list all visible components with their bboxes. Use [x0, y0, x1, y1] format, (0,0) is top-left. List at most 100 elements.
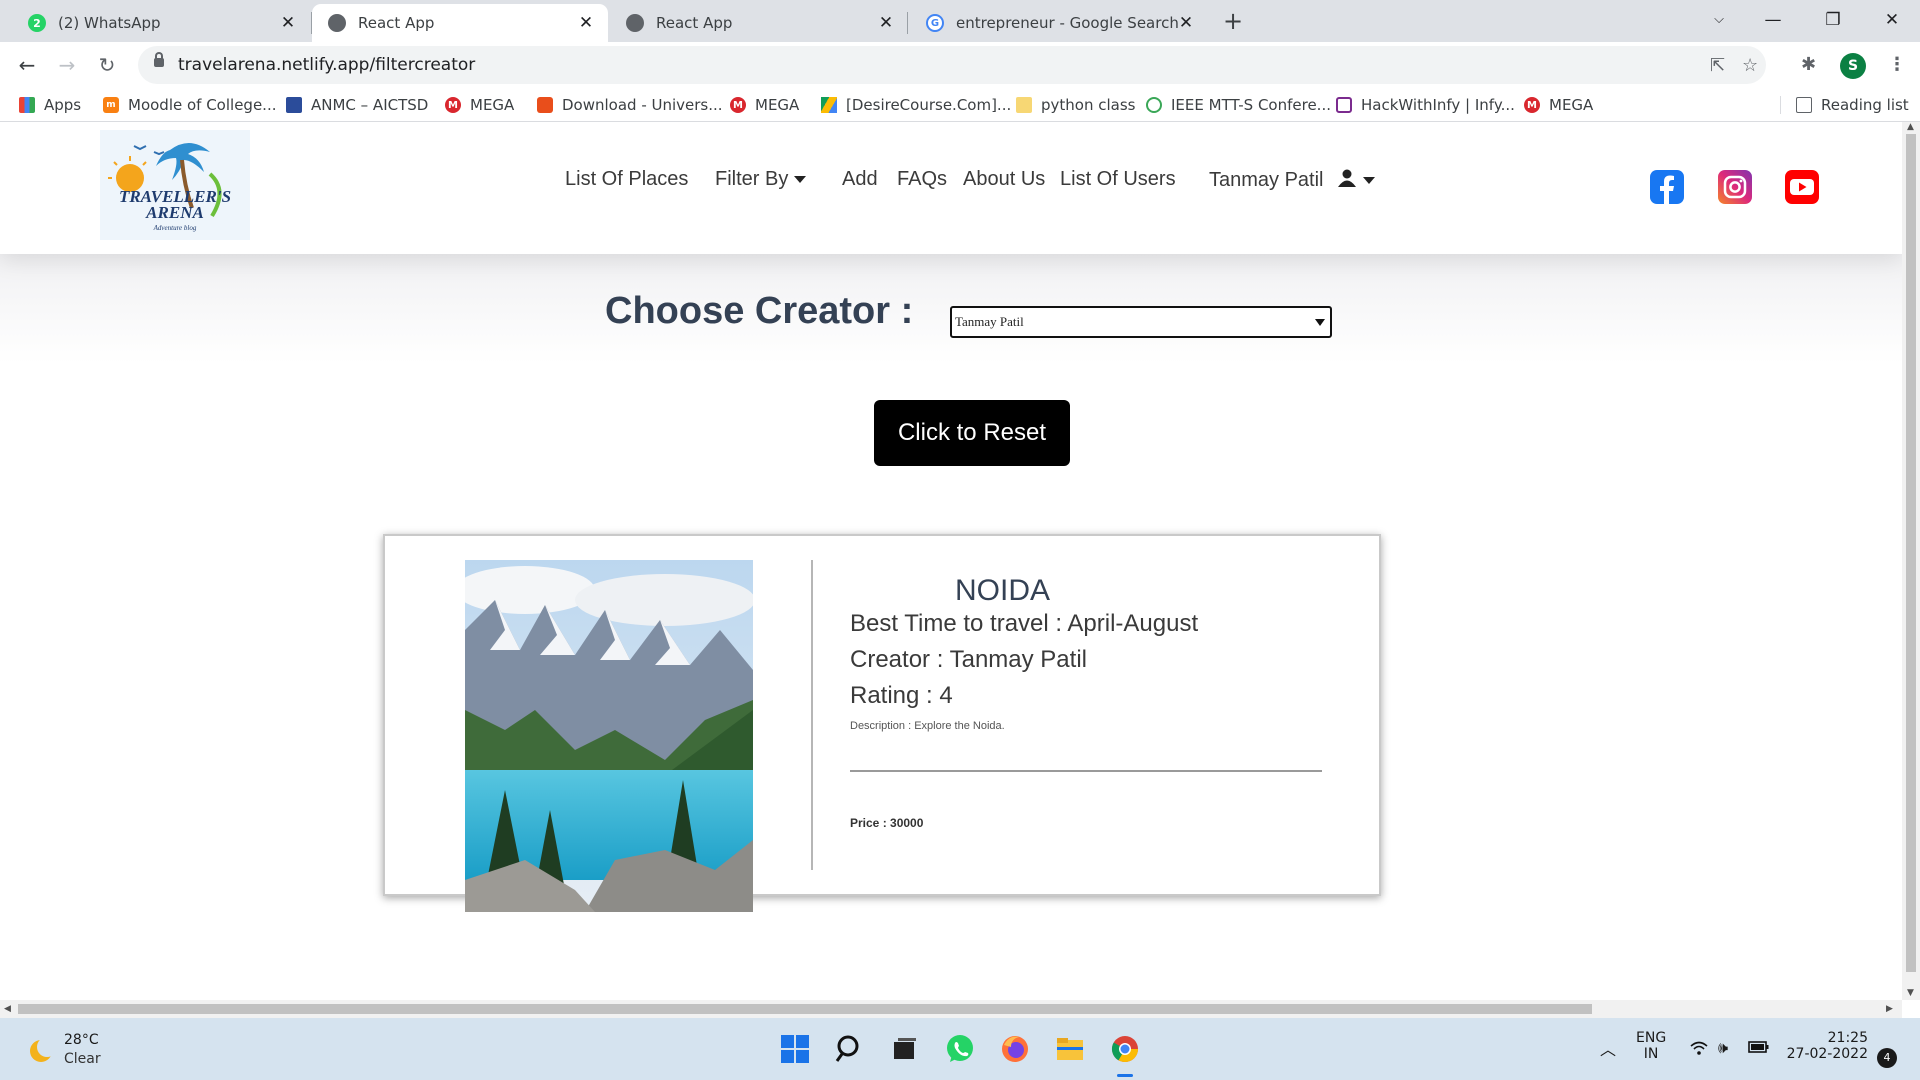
share-icon[interactable]: ⇱	[1710, 55, 1725, 76]
moodle-icon: m	[103, 97, 119, 113]
language-indicator[interactable]: ENG IN	[1636, 1030, 1666, 1062]
close-icon[interactable]: ✕	[878, 13, 894, 33]
bookmark-label: MEGA	[1549, 96, 1594, 114]
extensions-icon[interactable]: ✱	[1801, 54, 1816, 75]
tab-title: React App	[358, 14, 435, 32]
place-best-time: Best Time to travel : April-August	[850, 610, 1199, 637]
url-text[interactable]: travelarena.netlify.app/filtercreator	[178, 55, 475, 75]
chrome-icon[interactable]	[1109, 1033, 1141, 1065]
place-name: NOIDA	[955, 574, 1051, 607]
tab-react-app-active[interactable]: React App ✕	[312, 4, 608, 42]
scroll-right-icon[interactable]: ▶	[1886, 1004, 1893, 1014]
close-icon[interactable]: ✕	[578, 13, 594, 33]
back-icon[interactable]: ←	[13, 51, 41, 79]
globe-icon	[626, 14, 644, 32]
logo-tagline: Adventure blog	[153, 224, 197, 232]
browser-toolbar: ← → ↻ travelarena.netlify.app/filtercrea…	[0, 42, 1920, 88]
bookmark-label: IEEE MTT-S Confere...	[1171, 96, 1331, 114]
forward-icon[interactable]: →	[53, 51, 81, 79]
nav-filter-by[interactable]: Filter By	[715, 168, 807, 191]
battery-icon[interactable]	[1748, 1040, 1770, 1058]
mountain-lake-image	[465, 560, 753, 912]
bookmarks-bar: Apps m Moodle of College... ANMC – AICTS…	[0, 88, 1920, 122]
weather-temperature[interactable]: 28°C	[64, 1032, 99, 1048]
restore-button[interactable]: ❐	[1813, 6, 1853, 34]
scroll-up-icon[interactable]: ▲	[1907, 122, 1914, 132]
vertical-scrollbar[interactable]: ▲ ▼	[1902, 122, 1920, 1000]
vertical-scroll-thumb[interactable]	[1906, 134, 1916, 972]
youtube-glyph	[1790, 179, 1814, 195]
horizontal-scroll-thumb[interactable]	[18, 1004, 1592, 1014]
bookmark-apps[interactable]: Apps	[19, 94, 81, 116]
notification-badge[interactable]: 4	[1877, 1048, 1897, 1068]
bookmark-star-icon[interactable]: ☆	[1742, 55, 1758, 76]
bookmark-moodle[interactable]: m Moodle of College...	[103, 94, 276, 116]
bookmark-download-univers[interactable]: Download - Univers...	[537, 94, 723, 116]
lock-icon[interactable]	[154, 52, 164, 67]
new-tab-button[interactable]: +	[1219, 8, 1247, 36]
close-icon[interactable]: ✕	[1178, 13, 1194, 33]
tab-whatsapp[interactable]: 2 (2) WhatsApp ✕	[12, 4, 310, 42]
bookmark-label: python class	[1041, 96, 1136, 114]
bookmark-ieee[interactable]: IEEE MTT-S Confere...	[1146, 94, 1331, 116]
chevron-down-icon	[794, 176, 807, 184]
firefox-icon[interactable]	[999, 1033, 1031, 1065]
windows-start-icon[interactable]	[779, 1033, 811, 1065]
nav-add[interactable]: Add	[842, 168, 878, 191]
whatsapp-taskbar-icon[interactable]	[944, 1033, 976, 1065]
reading-list-button[interactable]: Reading list	[1796, 94, 1909, 116]
clock[interactable]: 21:25 27-02-2022	[1784, 1030, 1868, 1062]
reset-button[interactable]: Click to Reset	[874, 400, 1070, 466]
bookmark-mega-3[interactable]: M MEGA	[1524, 94, 1593, 116]
close-icon[interactable]: ✕	[280, 13, 296, 33]
place-description: Description : Explore the Noida.	[850, 720, 1005, 732]
bookmark-python-class[interactable]: python class	[1016, 94, 1135, 116]
user-menu[interactable]: Tanmay Patil	[1209, 168, 1376, 192]
address-bar[interactable]: travelarena.netlify.app/filtercreator ⇱ …	[138, 46, 1766, 84]
nav-list-of-places[interactable]: List Of Places	[565, 168, 688, 191]
scroll-down-icon[interactable]: ▼	[1907, 988, 1914, 998]
wifi-icon[interactable]	[1690, 1040, 1708, 1060]
chevron-up-icon[interactable]: ︿	[1600, 1036, 1616, 1060]
logo-text-line2: ARENA	[145, 203, 204, 222]
tab-google-search[interactable]: G entrepreneur - Google Search ✕	[910, 4, 1208, 42]
tab-title: React App	[656, 14, 733, 32]
anmc-icon	[286, 97, 302, 113]
mega-icon: M	[445, 97, 461, 113]
minimize-button[interactable]: —	[1753, 6, 1793, 34]
youtube-icon[interactable]	[1785, 170, 1819, 204]
file-explorer-icon[interactable]	[1054, 1033, 1086, 1065]
bookmark-hackwithinfy[interactable]: HackWithInfy | Infy...	[1336, 94, 1515, 116]
instagram-icon[interactable]	[1718, 170, 1752, 204]
language-line1: ENG	[1636, 1030, 1667, 1046]
tab-react-app[interactable]: React App ✕	[610, 4, 908, 42]
task-view-icon[interactable]	[889, 1033, 921, 1065]
horizontal-scrollbar[interactable]: ◀ ▶	[0, 1000, 1902, 1018]
nav-list-of-users[interactable]: List Of Users	[1060, 168, 1176, 191]
clock-date: 27-02-2022	[1786, 1046, 1868, 1062]
bookmark-desirecourse[interactable]: [DesireCourse.Com]...	[821, 94, 1011, 116]
bookmark-mega-1[interactable]: M MEGA	[445, 94, 514, 116]
facebook-glyph	[1660, 175, 1674, 204]
chevron-down-icon	[1315, 319, 1325, 326]
bookmark-anmc[interactable]: ANMC – AICTSD	[286, 94, 428, 116]
weather-condition[interactable]: Clear	[64, 1051, 101, 1067]
facebook-icon[interactable]	[1650, 170, 1684, 204]
creator-select[interactable]: Tanmay Patil	[950, 306, 1332, 338]
profile-avatar[interactable]: S	[1840, 53, 1866, 79]
scroll-left-icon[interactable]: ◀	[4, 1004, 11, 1014]
bookmark-mega-2[interactable]: M MEGA	[730, 94, 799, 116]
nav-faqs[interactable]: FAQs	[897, 168, 947, 191]
nav-about-us[interactable]: About Us	[963, 168, 1045, 191]
window-close-button[interactable]: ✕	[1872, 6, 1912, 34]
volume-icon[interactable]: 🕪	[1718, 1038, 1728, 1058]
menu-kebab-icon[interactable]: ⋮	[1888, 54, 1906, 75]
place-rating: Rating : 4	[850, 682, 953, 709]
moon-weather-icon[interactable]	[30, 1037, 57, 1062]
search-icon[interactable]	[834, 1033, 866, 1065]
tab-search-icon[interactable]: ⌵	[1699, 6, 1739, 34]
reload-icon[interactable]: ↻	[93, 51, 121, 79]
travellers-arena-logo[interactable]: TRAVELLER'S ARENA Adventure blog	[100, 130, 250, 240]
bookmarks-divider	[1780, 96, 1781, 114]
chevron-down-icon	[1363, 177, 1376, 185]
